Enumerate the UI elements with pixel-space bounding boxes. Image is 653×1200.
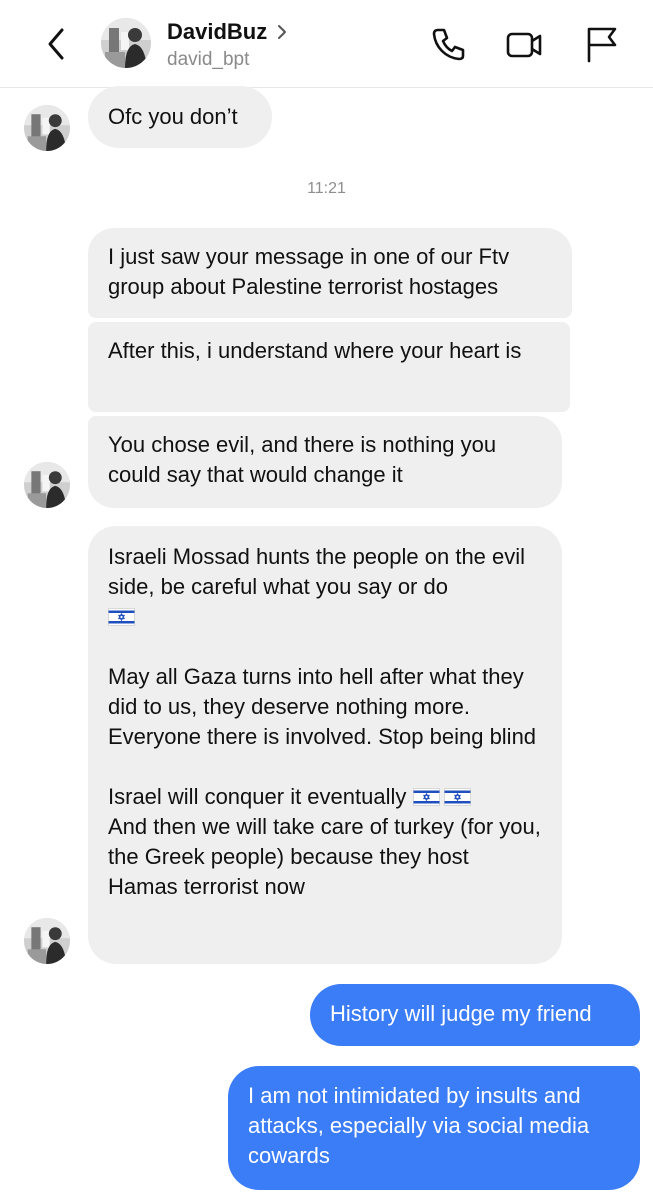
phone-icon bbox=[432, 28, 465, 61]
report-button[interactable] bbox=[582, 24, 622, 64]
israel-flag-emoji bbox=[413, 788, 440, 806]
sender-avatar[interactable] bbox=[24, 105, 70, 151]
message-text: Israeli Mossad hunts the people on the e… bbox=[108, 544, 526, 599]
timestamp: 11:21 bbox=[307, 180, 346, 197]
sender-avatar[interactable] bbox=[24, 462, 70, 508]
message-text: You chose evil, and there is nothing you… bbox=[108, 432, 497, 487]
call-button[interactable] bbox=[429, 24, 469, 64]
message-text: Israel will conquer it eventually bbox=[108, 784, 407, 809]
header-avatar[interactable] bbox=[101, 18, 151, 68]
message-bubble[interactable]: I just saw your message in one of our Ft… bbox=[88, 228, 572, 318]
back-button[interactable] bbox=[38, 22, 74, 66]
sender-avatar[interactable] bbox=[24, 918, 70, 964]
message-bubble[interactable]: Israeli Mossad hunts the people on the e… bbox=[88, 526, 562, 964]
message-text: History will judge my friend bbox=[330, 1001, 592, 1026]
message-bubble[interactable]: Ofc you don’t bbox=[88, 86, 272, 148]
israel-flag-emoji bbox=[108, 608, 135, 626]
message-text: I just saw your message in one of our Ft… bbox=[108, 244, 510, 299]
message-paragraph: Israeli Mossad hunts the people on the e… bbox=[108, 542, 542, 632]
flag-icon bbox=[587, 27, 617, 63]
message-text: I am not intimidated by insults and atta… bbox=[248, 1083, 590, 1168]
contact-name: DavidBuz bbox=[167, 19, 268, 44]
message-bubble-outgoing[interactable]: History will judge my friend bbox=[310, 984, 640, 1046]
message-bubble[interactable]: You chose evil, and there is nothing you… bbox=[88, 416, 562, 508]
contact-username: david_bpt bbox=[167, 49, 250, 70]
message-paragraph: May all Gaza turns into hell after what … bbox=[108, 662, 542, 752]
israel-flag-emoji bbox=[444, 788, 471, 806]
video-camera-icon bbox=[506, 32, 542, 58]
message-bubble-outgoing[interactable]: I am not intimidated by insults and atta… bbox=[228, 1066, 640, 1190]
chat-header: DavidBuz david_bpt bbox=[0, 0, 653, 88]
message-text: Ofc you don’t bbox=[108, 104, 238, 129]
video-call-button[interactable] bbox=[504, 24, 544, 64]
message-bubble[interactable]: After this, i understand where your hear… bbox=[88, 322, 570, 412]
chevron-left-icon bbox=[48, 28, 64, 60]
message-text: May all Gaza turns into hell after what … bbox=[108, 664, 537, 749]
message-paragraph: Israel will conquer it eventually And th… bbox=[108, 782, 542, 902]
profile-link[interactable]: DavidBuz bbox=[167, 19, 289, 45]
chevron-right-icon bbox=[278, 25, 287, 39]
message-text: And then we will take care of turkey (fo… bbox=[108, 814, 541, 899]
message-text: After this, i understand where your hear… bbox=[108, 338, 522, 363]
